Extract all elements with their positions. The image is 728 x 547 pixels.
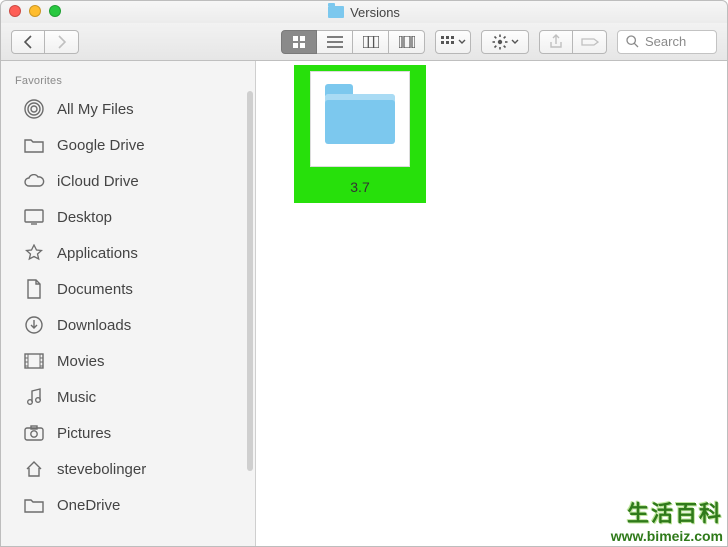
sidebar-section-favorites: Favorites [1,69,255,91]
sidebar-item-label: stevebolinger [57,461,146,478]
titlebar[interactable]: Versions [1,1,727,23]
sidebar-item-label: Google Drive [57,137,145,154]
cloud-icon [23,170,45,192]
sidebar-item-label: All My Files [57,101,134,118]
window-controls [9,5,61,17]
columns-icon [363,36,379,48]
sidebar-item-label: Applications [57,245,138,262]
window-title-text: Versions [350,5,400,20]
search-placeholder: Search [645,34,686,49]
sidebar-item-all-my-files[interactable]: All My Files [1,91,255,127]
sidebar-item-google-drive[interactable]: Google Drive [1,127,255,163]
forward-button[interactable] [45,30,79,54]
sidebar-item-movies[interactable]: Movies [1,343,255,379]
music-icon [23,386,45,408]
window-title: Versions [328,5,400,20]
zoom-button[interactable] [49,5,61,17]
tags-button[interactable] [573,30,607,54]
sidebar-item-label: OneDrive [57,497,120,514]
folder-icon [23,494,45,516]
arrange-segment [435,30,471,54]
movies-icon [23,350,45,372]
sidebar-item-desktop[interactable]: Desktop [1,199,255,235]
sidebar-item-label: Music [57,389,96,406]
column-view-button[interactable] [353,30,389,54]
back-button[interactable] [11,30,45,54]
sidebar[interactable]: Favorites All My Files Google Drive iClo… [1,61,256,546]
folder-icon [328,6,344,18]
desktop-icon [23,206,45,228]
documents-icon [23,278,45,300]
chevron-down-icon [458,39,466,45]
sidebar-item-label: Pictures [57,425,111,442]
sidebar-item-label: Movies [57,353,105,370]
gallery-view-button[interactable] [389,30,425,54]
share-segment [539,30,607,54]
search-field[interactable]: Search [617,30,717,54]
sidebar-item-music[interactable]: Music [1,379,255,415]
sidebar-item-label: Documents [57,281,133,298]
view-mode-segment [281,30,425,54]
chevron-left-icon [24,35,33,49]
sidebar-item-documents[interactable]: Documents [1,271,255,307]
list-view-button[interactable] [317,30,353,54]
home-icon [23,458,45,480]
downloads-icon [23,314,45,336]
finder-window: Versions [0,0,728,547]
share-button[interactable] [539,30,573,54]
sidebar-item-downloads[interactable]: Downloads [1,307,255,343]
chevron-down-icon [511,39,519,45]
sidebar-item-home[interactable]: stevebolinger [1,451,255,487]
sidebar-item-label: Desktop [57,209,112,226]
toolbar: Search [1,23,727,61]
list-icon [327,36,343,48]
pictures-icon [23,422,45,444]
folder-icon [325,94,395,144]
folder-item[interactable]: 3.7 [300,71,420,195]
apps-icon [23,242,45,264]
sidebar-item-onedrive[interactable]: OneDrive [1,487,255,523]
search-icon [626,35,639,48]
sidebar-item-label: Downloads [57,317,131,334]
sidebar-item-icloud-drive[interactable]: iCloud Drive [1,163,255,199]
chevron-right-icon [57,35,66,49]
action-segment [481,30,529,54]
action-button[interactable] [481,30,529,54]
minimize-button[interactable] [29,5,41,17]
sidebar-item-applications[interactable]: Applications [1,235,255,271]
close-button[interactable] [9,5,21,17]
arrange-icon [441,36,455,48]
scrollbar[interactable] [247,91,253,471]
share-icon [549,34,563,50]
tag-icon [581,36,599,48]
folder-thumbnail [310,71,410,167]
folder-icon [23,134,45,156]
nav-buttons [11,30,79,54]
icon-view-button[interactable] [281,30,317,54]
grid-icon [292,35,306,49]
coverflow-icon [399,36,415,48]
arrange-button[interactable] [435,30,471,54]
sidebar-item-pictures[interactable]: Pictures [1,415,255,451]
airdrop-icon [23,98,45,120]
content-area[interactable]: 3.7 [256,61,727,546]
body: Favorites All My Files Google Drive iClo… [1,61,727,546]
folder-label: 3.7 [350,179,369,195]
sidebar-item-label: iCloud Drive [57,173,139,190]
gear-icon [492,34,508,50]
